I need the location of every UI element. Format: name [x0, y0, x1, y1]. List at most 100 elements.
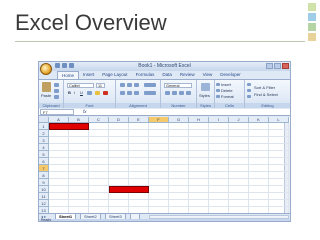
paste-button[interactable]: Paste — [41, 93, 51, 98]
grid-line — [49, 150, 290, 151]
deco-square — [308, 33, 316, 41]
align-middle-icon[interactable] — [127, 83, 132, 87]
font-size-select[interactable]: 11 — [96, 83, 105, 88]
italic-button[interactable]: I — [74, 90, 75, 95]
merge-center-icon[interactable] — [144, 91, 156, 95]
align-left-icon[interactable] — [120, 91, 125, 95]
tab-page-layout[interactable]: Page Layout — [98, 71, 131, 79]
tab-home[interactable]: Home — [57, 71, 80, 79]
bold-button[interactable]: B — [68, 90, 71, 95]
group-clipboard: Paste Clipboard — [39, 80, 64, 108]
sort-filter-button[interactable]: Sort & Filter — [254, 85, 275, 90]
red-filled-cell[interactable] — [109, 186, 149, 193]
close-button[interactable] — [282, 63, 289, 69]
tab-data[interactable]: Data — [158, 71, 176, 79]
column-header-k[interactable]: K — [249, 117, 269, 123]
window-title: Book1 - Microsoft Excel — [138, 63, 191, 69]
align-center-icon[interactable] — [127, 91, 132, 95]
currency-icon[interactable] — [165, 91, 170, 95]
align-bottom-icon[interactable] — [134, 83, 139, 87]
cut-icon[interactable] — [54, 83, 59, 87]
window-controls — [266, 63, 289, 69]
clear-icon[interactable] — [247, 95, 251, 98]
row-header-10[interactable]: 10 — [39, 186, 49, 193]
deco-square — [308, 23, 316, 31]
tab-formulas[interactable]: Formulas — [132, 71, 159, 79]
row-header-12[interactable]: 12 — [39, 200, 49, 207]
comma-icon[interactable] — [179, 91, 184, 95]
group-styles: Styles Styles — [197, 80, 215, 108]
wrap-text-icon[interactable] — [144, 83, 156, 87]
grid-line — [49, 171, 290, 172]
row-header-9[interactable]: 9 — [39, 179, 49, 186]
tab-developer[interactable]: Developer — [216, 71, 245, 79]
underline-button[interactable]: U — [80, 90, 83, 95]
fill-icon[interactable] — [247, 89, 251, 92]
format-painter-icon[interactable] — [54, 95, 59, 99]
grid-line — [49, 143, 290, 144]
format-cells-icon — [216, 95, 220, 98]
autosum-icon[interactable] — [247, 83, 251, 86]
row-header-5[interactable]: 5 — [39, 151, 49, 158]
red-filled-cell[interactable] — [49, 123, 89, 130]
tab-insert[interactable]: Insert — [79, 71, 98, 79]
format-button[interactable]: Format — [221, 94, 234, 99]
row-header-1[interactable]: 1 — [39, 123, 49, 130]
insert-cells-icon — [216, 83, 220, 86]
row-header-4[interactable]: 4 — [39, 144, 49, 151]
row-header-8[interactable]: 8 — [39, 172, 49, 179]
insert-button[interactable]: Insert — [221, 82, 231, 87]
tab-view[interactable]: View — [199, 71, 217, 79]
column-header-j[interactable]: J — [229, 117, 249, 123]
group-label-clipboard: Clipboard — [39, 103, 63, 108]
fx-label[interactable]: fx — [83, 109, 87, 115]
grid-line — [49, 136, 290, 137]
styles-button[interactable]: Styles — [199, 93, 210, 98]
name-box[interactable]: F7 — [40, 109, 74, 115]
grid-line — [49, 157, 290, 158]
column-header-c[interactable]: C — [89, 117, 109, 123]
column-header-d[interactable]: D — [109, 117, 129, 123]
font-name-select[interactable]: Calibri — [67, 83, 94, 88]
find-select-button[interactable]: Find & Select — [254, 92, 278, 97]
column-header-e[interactable]: E — [129, 117, 149, 123]
row-header-3[interactable]: 3 — [39, 137, 49, 144]
font-color-icon[interactable] — [103, 91, 108, 95]
decimal-icon[interactable] — [186, 91, 191, 95]
tab-review[interactable]: Review — [176, 71, 199, 79]
styles-icon[interactable] — [201, 83, 210, 91]
group-label-styles: Styles — [197, 103, 214, 108]
row-header-11[interactable]: 11 — [39, 193, 49, 200]
office-button[interactable] — [40, 63, 52, 75]
fill-color-icon[interactable] — [95, 91, 100, 95]
row-header-2[interactable]: 2 — [39, 130, 49, 137]
maximize-button[interactable] — [274, 63, 281, 69]
status-text: Ready — [41, 218, 52, 222]
delete-button[interactable]: Delete — [221, 88, 233, 93]
minimize-button[interactable] — [266, 63, 273, 69]
grid-line — [49, 178, 290, 179]
copy-icon[interactable] — [54, 89, 59, 93]
column-header-h[interactable]: H — [189, 117, 209, 123]
group-label-font: Font — [64, 103, 115, 108]
group-font: Calibri 11 B I U Font — [64, 80, 116, 108]
deco-square — [308, 3, 316, 11]
row-header-6[interactable]: 6 — [39, 158, 49, 165]
row-header-7[interactable]: 7 — [39, 165, 49, 172]
percent-icon[interactable] — [172, 91, 177, 95]
title-divider — [15, 41, 305, 42]
number-format-select[interactable]: General — [164, 83, 192, 88]
column-header-i[interactable]: I — [209, 117, 229, 123]
paste-icon[interactable] — [42, 82, 51, 92]
grid-line — [49, 164, 290, 165]
align-right-icon[interactable] — [134, 91, 139, 95]
delete-cells-icon — [216, 89, 220, 92]
column-header-g[interactable]: G — [169, 117, 189, 123]
align-top-icon[interactable] — [120, 83, 125, 87]
column-header-f[interactable]: F — [149, 117, 169, 123]
spreadsheet-grid[interactable]: A B C D E F G H I J K L 1 2 3 4 5 6 7 8 9 10 11 12 13 — [39, 117, 290, 214]
border-icon[interactable] — [87, 91, 92, 95]
formula-bar: F7 fx — [39, 109, 290, 116]
column-header-l[interactable]: L — [269, 117, 289, 123]
grid-line — [49, 199, 290, 200]
